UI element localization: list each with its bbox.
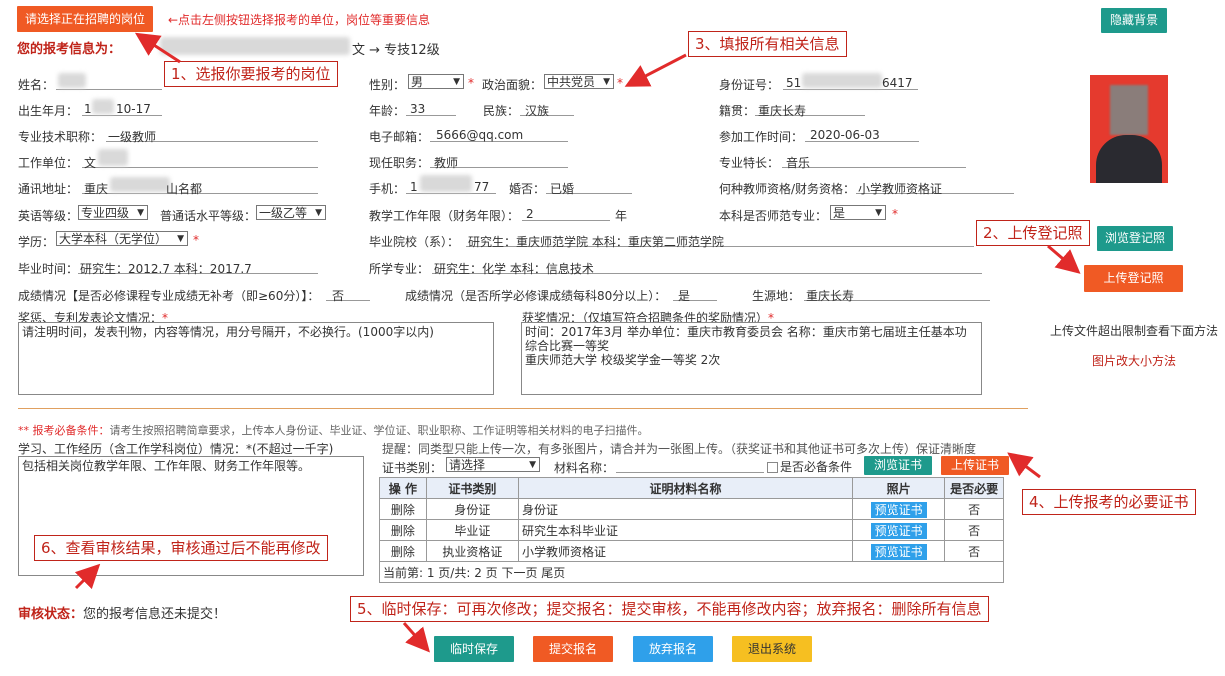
arrow-step-6 bbox=[74, 563, 101, 590]
arrow-step-3 bbox=[624, 53, 687, 87]
arrow-step-4 bbox=[1007, 452, 1041, 479]
arrow-step-1 bbox=[134, 32, 181, 64]
arrow-step-5 bbox=[402, 622, 430, 653]
annotation-arrows bbox=[74, 32, 1081, 653]
arrow-step-2 bbox=[1047, 244, 1081, 274]
